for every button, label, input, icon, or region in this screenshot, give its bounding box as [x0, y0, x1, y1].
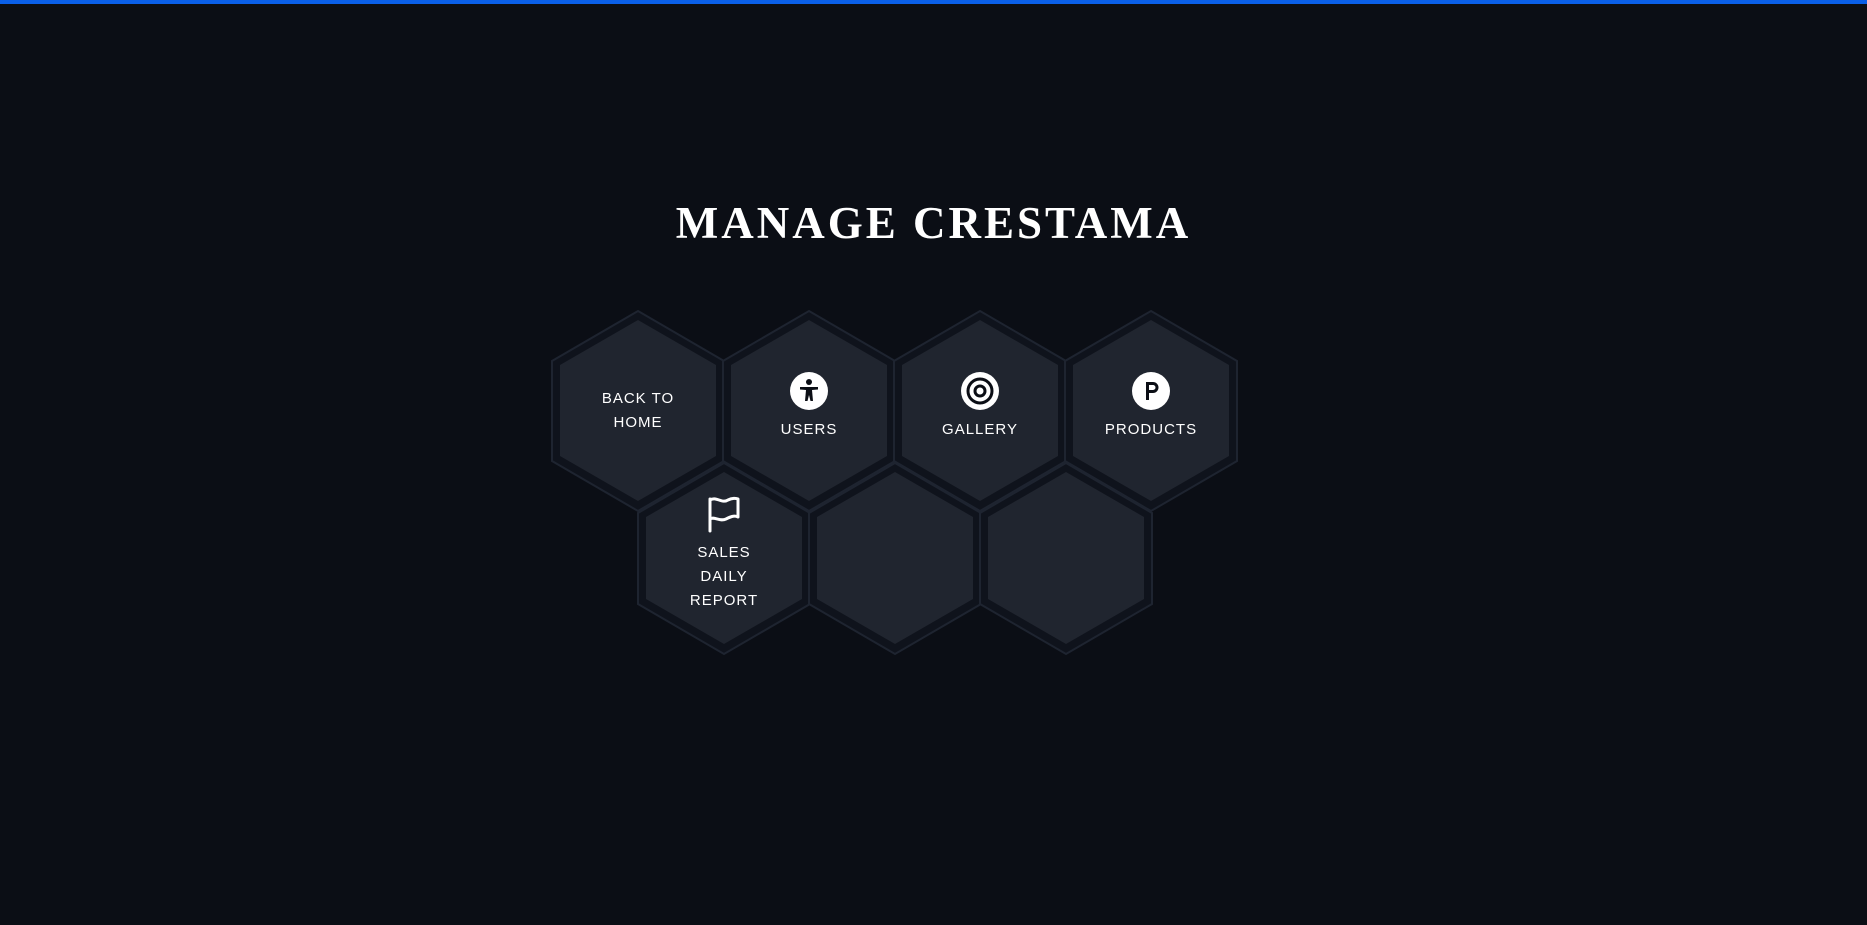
parking-icon	[1132, 372, 1170, 410]
target-icon	[961, 372, 999, 410]
flag-icon	[708, 496, 740, 533]
accessibility-icon	[790, 372, 828, 410]
gallery-label: GALLERY	[942, 421, 1018, 438]
back-home-label: BACK TO HOME	[601, 390, 675, 431]
users-label: USERS	[780, 421, 838, 438]
hex-grid	[551, 309, 1238, 656]
gallery-link[interactable]: GALLERY	[905, 372, 1055, 442]
products-label: PRODUCTS	[1104, 421, 1198, 438]
back-home-link[interactable]: BACK TO HOME	[563, 386, 713, 436]
sales-daily-report-link[interactable]: SALES DAILY REPORT	[649, 493, 799, 615]
users-link[interactable]: USERS	[734, 372, 884, 442]
sales-daily-report-label: SALES DAILY REPORT	[689, 544, 759, 609]
products-link[interactable]: PRODUCTS	[1076, 372, 1226, 442]
